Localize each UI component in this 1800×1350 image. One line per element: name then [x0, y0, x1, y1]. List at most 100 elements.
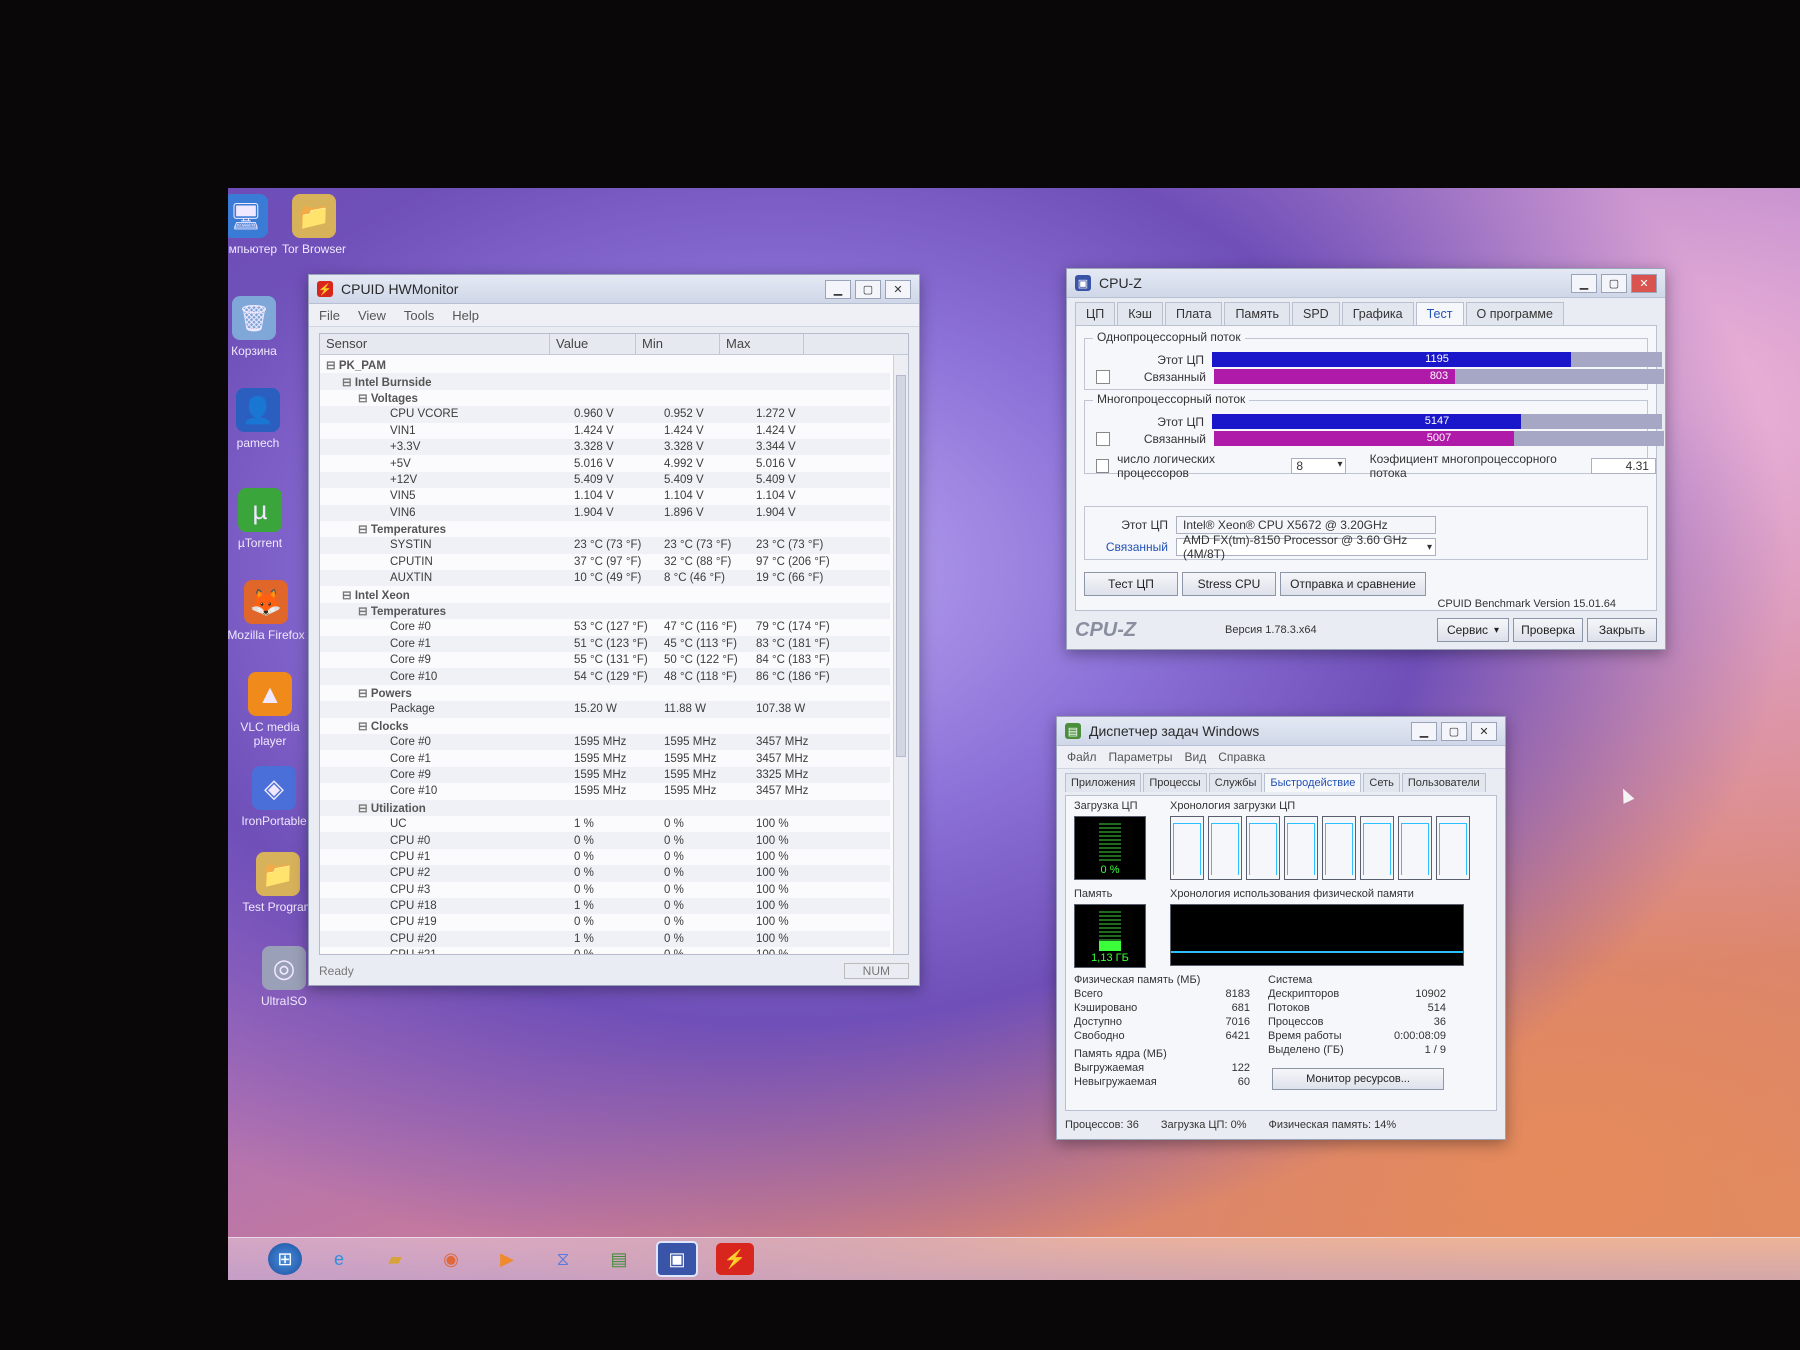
collapse-icon[interactable]: ⊟: [358, 721, 371, 733]
test-cpu-button[interactable]: Тест ЦП: [1084, 572, 1178, 596]
maximize-button[interactable]: ▢: [855, 279, 881, 299]
menu-help[interactable]: Help: [452, 308, 479, 323]
sensor-row[interactable]: CPUTIN 37 °C (97 °F) 32 °C (88 °F) 97 °C (2…: [320, 554, 890, 570]
cpuz-tab[interactable]: Графика: [1341, 302, 1414, 325]
collapse-icon[interactable]: ⊟: [358, 606, 371, 618]
tree-node[interactable]: ⊟ Intel Xeon: [320, 586, 890, 602]
validate-button[interactable]: Проверка: [1513, 618, 1583, 642]
taskmgr-tab[interactable]: Сеть: [1363, 773, 1400, 792]
sensor-row[interactable]: Core #9 55 °C (131 °F) 50 °C (122 °F) 84 °C…: [320, 652, 890, 668]
cpuz-tab[interactable]: О программе: [1465, 302, 1564, 325]
sensor-row[interactable]: AUXTIN 10 °C (49 °F) 8 °C (46 °F) 19 °C (66…: [320, 570, 890, 587]
close-button[interactable]: ✕: [885, 279, 911, 299]
minimize-button[interactable]: ▁: [1411, 721, 1437, 741]
sensor-row[interactable]: Core #1 51 °C (123 °F) 45 °C (113 °F) 83 °C…: [320, 635, 890, 653]
cpuz-titlebar[interactable]: ▣ CPU-Z ▁ ▢ ✕: [1067, 269, 1665, 298]
desktop-icon[interactable]: ◈ IronPortable: [232, 766, 316, 828]
multi-linked-checkbox[interactable]: [1096, 431, 1110, 446]
taskmgr-tab[interactable]: Процессы: [1143, 773, 1207, 792]
desktop-icon[interactable]: ▲ VLC media player: [228, 672, 312, 748]
sensor-row[interactable]: VIN6 1.904 V 1.896 V 1.904 V: [320, 504, 890, 521]
column-min[interactable]: Min: [636, 334, 720, 354]
linked-cpu-select[interactable]: AMD FX(tm)-8150 Processor @ 3.60 GHz (4M…: [1176, 533, 1436, 561]
close-button[interactable]: ✕: [1471, 721, 1497, 741]
tree-node[interactable]: ⊟ PK_PAM: [320, 357, 890, 373]
menu-view[interactable]: View: [358, 308, 386, 323]
sensor-row[interactable]: CPU #20 1 % 0 % 100 %: [320, 930, 890, 948]
sensor-row[interactable]: +12V 5.409 V 5.409 V 5.409 V: [320, 471, 890, 489]
minimize-button[interactable]: ▁: [1571, 273, 1597, 293]
cpuz-tab[interactable]: Кэш: [1117, 302, 1163, 325]
desktop-icon[interactable]: 👤 pamech: [228, 388, 300, 450]
sensor-row[interactable]: Core #9 1595 MHz 1595 MHz 3325 MHz: [320, 766, 890, 784]
tree-node[interactable]: ⊟ Temperatures: [320, 602, 890, 620]
taskmgr-tab[interactable]: Службы: [1208, 773, 1263, 792]
scrollbar-thumb[interactable]: [896, 375, 906, 757]
tree-node[interactable]: ⊟ Intel Burnside: [320, 373, 890, 390]
sensor-row[interactable]: VIN1 1.424 V 1.424 V 1.424 V: [320, 423, 890, 439]
threads-checkbox[interactable]: [1096, 459, 1110, 473]
desktop-icon[interactable]: 🗑 Корзина: [228, 296, 296, 358]
threads-select[interactable]: 8 ▾: [1291, 458, 1346, 474]
submit-compare-button[interactable]: Отправка и сравнение: [1280, 572, 1426, 596]
taskbar-cpuz-icon[interactable]: ▣: [656, 1241, 698, 1277]
taskbar-vlc-icon[interactable]: ⧖: [544, 1243, 582, 1275]
hwmonitor-titlebar[interactable]: ⚡ CPUID HWMonitor ▁ ▢ ✕: [309, 275, 919, 304]
column-max[interactable]: Max: [720, 334, 804, 354]
desktop-icon[interactable]: 📁 Tor Browser: [272, 194, 356, 256]
cpuz-tab[interactable]: Память: [1224, 302, 1290, 325]
collapse-icon[interactable]: ⊟: [358, 688, 371, 700]
column-sensor[interactable]: Sensor: [320, 334, 550, 354]
cpuz-tab[interactable]: SPD: [1291, 302, 1340, 325]
desktop-icon[interactable]: µ µTorrent: [228, 488, 302, 550]
collapse-icon[interactable]: ⊟: [326, 360, 339, 372]
tree-node[interactable]: ⊟ Clocks: [320, 718, 890, 734]
cpuz-close-button[interactable]: Закрыть: [1587, 618, 1657, 642]
menu-options[interactable]: Параметры: [1109, 750, 1173, 764]
sensor-row[interactable]: Core #10 1595 MHz 1595 MHz 3457 MHz: [320, 783, 890, 799]
tree-node[interactable]: ⊟ Utilization: [320, 799, 890, 816]
taskmgr-tab[interactable]: Приложения: [1065, 773, 1142, 792]
menu-file[interactable]: Файл: [1067, 750, 1097, 764]
cpuz-tab[interactable]: ЦП: [1075, 302, 1116, 325]
close-button[interactable]: ✕: [1631, 273, 1657, 293]
cpuz-tab[interactable]: Тест: [1415, 302, 1464, 325]
sensor-row[interactable]: UC 1 % 0 % 100 %: [320, 816, 890, 832]
sensor-row[interactable]: CPU #0 0 % 0 % 100 %: [320, 832, 890, 849]
sensor-row[interactable]: Core #10 54 °C (129 °F) 48 °C (118 °F) 86 °…: [320, 668, 890, 685]
menu-help[interactable]: Справка: [1218, 750, 1265, 764]
sensor-row[interactable]: CPU #18 1 % 0 % 100 %: [320, 897, 890, 915]
stress-cpu-button[interactable]: Stress CPU: [1182, 572, 1276, 596]
sensor-row[interactable]: +3.3V 3.328 V 3.328 V 3.344 V: [320, 438, 890, 456]
collapse-icon[interactable]: ⊟: [342, 590, 355, 602]
collapse-icon[interactable]: ⊟: [358, 803, 371, 815]
tree-node[interactable]: ⊟ Temperatures: [320, 521, 890, 537]
collapse-icon[interactable]: ⊟: [358, 524, 371, 536]
sensor-row[interactable]: CPU VCORE 0.960 V 0.952 V 1.272 V: [320, 406, 890, 423]
tree-node[interactable]: ⊟ Voltages: [320, 390, 890, 406]
taskmgr-tab[interactable]: Пользователи: [1401, 773, 1486, 792]
menu-view[interactable]: Вид: [1184, 750, 1206, 764]
taskmgr-tab[interactable]: Быстродействие: [1264, 773, 1362, 792]
sensor-row[interactable]: CPU #2 0 % 0 % 100 %: [320, 865, 890, 882]
collapse-icon[interactable]: ⊟: [358, 393, 371, 405]
sensor-row[interactable]: Core #0 53 °C (127 °F) 47 °C (116 °F) 79 °C…: [320, 619, 890, 635]
resource-monitor-button[interactable]: Монитор ресурсов...: [1272, 1068, 1444, 1090]
sensor-row[interactable]: CPU #19 0 % 0 % 100 %: [320, 914, 890, 930]
service-button[interactable]: Сервис ▾: [1437, 618, 1509, 642]
menu-tools[interactable]: Tools: [404, 308, 434, 323]
collapse-icon[interactable]: ⊟: [342, 377, 355, 389]
taskbar-taskmgr-icon[interactable]: ▤: [600, 1243, 638, 1275]
taskmgr-titlebar[interactable]: ▤ Диспетчер задач Windows ▁ ▢ ✕: [1057, 717, 1505, 746]
minimize-button[interactable]: ▁: [825, 279, 851, 299]
sensor-row[interactable]: Core #1 1595 MHz 1595 MHz 3457 MHz: [320, 750, 890, 766]
vertical-scrollbar[interactable]: [893, 355, 908, 954]
single-linked-checkbox[interactable]: [1096, 369, 1110, 384]
start-button[interactable]: ⊞: [268, 1243, 302, 1275]
sensor-row[interactable]: CPU #1 0 % 0 % 100 %: [320, 849, 890, 865]
sensor-row[interactable]: CPU #3 0 % 0 % 100 %: [320, 882, 890, 898]
maximize-button[interactable]: ▢: [1441, 721, 1467, 741]
sensor-row[interactable]: VIN5 1.104 V 1.104 V 1.104 V: [320, 488, 890, 504]
column-value[interactable]: Value: [550, 334, 636, 354]
tree-node[interactable]: ⊟ Powers: [320, 685, 890, 701]
